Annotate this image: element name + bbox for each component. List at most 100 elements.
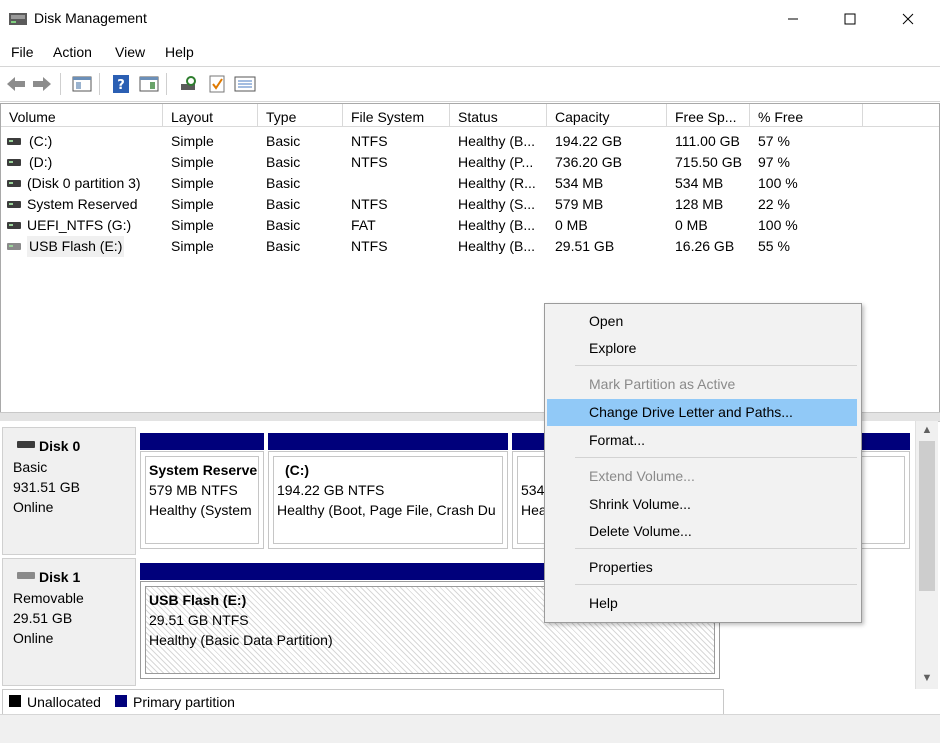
cell-free-space: 0 MB	[675, 217, 708, 233]
cell-status: Healthy (B...	[458, 238, 536, 254]
disk-1-label[interactable]: Disk 1 Removable 29.51 GB Online	[2, 558, 136, 686]
partition-status: Hea	[521, 502, 547, 518]
cell-percent-free: 57 %	[758, 133, 790, 149]
column-header-volume[interactable]: Volume	[1, 104, 163, 126]
menu-item-explore[interactable]: Explore	[547, 335, 857, 362]
menu-item-extend-volume[interactable]: Extend Volume...	[547, 463, 857, 490]
close-button[interactable]	[885, 0, 931, 38]
cell-type: Basic	[266, 196, 301, 212]
table-row[interactable]: (C:) Simple Basic NTFS Healthy (B... 194…	[1, 131, 939, 152]
menu-item-change-drive-letter[interactable]: Change Drive Letter and Paths...	[547, 399, 857, 426]
partition-c-drive[interactable]: (C:) 194.22 GB NTFS Healthy (Boot, Page …	[268, 451, 508, 549]
vertical-scrollbar[interactable]: ▲ ▼	[915, 421, 938, 689]
cell-file-system: NTFS	[351, 238, 388, 254]
cell-status: Healthy (B...	[458, 133, 536, 149]
menu-item-shrink-volume[interactable]: Shrink Volume...	[547, 491, 857, 518]
cell-file-system: NTFS	[351, 154, 388, 170]
menu-item-format[interactable]: Format...	[547, 427, 857, 454]
column-header-layout[interactable]: Layout	[163, 104, 258, 126]
cell-percent-free: 97 %	[758, 154, 790, 170]
cell-layout: Simple	[171, 238, 214, 254]
list-view-button[interactable]	[234, 73, 256, 95]
cell-percent-free: 55 %	[758, 238, 790, 254]
show-hide-console-tree-button[interactable]	[71, 73, 93, 95]
menu-item-mark-partition-active[interactable]: Mark Partition as Active	[547, 371, 857, 398]
title-bar: Disk Management	[0, 0, 940, 38]
properties-check-icon	[209, 75, 225, 93]
partition-status: Healthy (Boot, Page File, Crash Du	[277, 502, 496, 518]
properties-button[interactable]	[206, 73, 228, 95]
cell-capacity: 29.51 GB	[555, 238, 615, 254]
cell-percent-free: 100 %	[758, 217, 798, 233]
cell-free-space: 128 MB	[675, 196, 724, 212]
table-row[interactable]: (D:) Simple Basic NTFS Healthy (P... 736…	[1, 152, 939, 173]
partition-status: Healthy (System	[149, 502, 252, 518]
cell-capacity: 534 MB	[555, 175, 604, 191]
cell-volume: (D:)	[29, 154, 53, 170]
minimize-icon	[788, 18, 798, 20]
cell-free-space: 16.26 GB	[675, 238, 735, 254]
table-row[interactable]: UEFI_NTFS (G:) Simple Basic FAT Healthy …	[1, 215, 939, 236]
help-button[interactable]: ?	[110, 73, 132, 95]
column-header-file-system[interactable]: File System	[343, 104, 450, 126]
menu-separator	[575, 457, 857, 458]
status-bar	[0, 714, 940, 743]
menu-view[interactable]: View	[115, 44, 145, 60]
scroll-up-arrow-icon[interactable]: ▲	[916, 421, 938, 439]
disk-size: 29.51 GB	[13, 610, 73, 626]
column-header-status[interactable]: Status	[450, 104, 547, 126]
disk-0-label[interactable]: Disk 0 Basic 931.51 GB Online	[2, 427, 136, 555]
cell-capacity: 0 MB	[555, 217, 588, 233]
table-row-selected[interactable]: USB Flash (E:) Simple Basic NTFS Healthy…	[1, 236, 939, 257]
show-hide-action-pane-button[interactable]	[138, 73, 160, 95]
volume-drive-icon	[7, 222, 21, 229]
forward-button[interactable]	[31, 73, 53, 95]
table-row[interactable]: (Disk 0 partition 3) Simple Basic Health…	[1, 173, 939, 194]
legend-swatch-unallocated	[9, 695, 21, 707]
menu-file[interactable]: File	[11, 44, 34, 60]
volume-drive-icon	[7, 180, 21, 187]
partition-system-reserved[interactable]: System Reserve 579 MB NTFS Healthy (Syst…	[140, 451, 264, 549]
maximize-icon	[844, 13, 856, 25]
cell-file-system: NTFS	[351, 133, 388, 149]
cell-volume: USB Flash (E:)	[27, 236, 125, 257]
legend-label-primary: Primary partition	[133, 694, 235, 710]
column-header-type[interactable]: Type	[258, 104, 343, 126]
back-button[interactable]	[5, 73, 27, 95]
disk-size: 931.51 GB	[13, 479, 80, 495]
menu-item-properties[interactable]: Properties	[547, 554, 857, 581]
toolbar: ?	[0, 66, 940, 102]
cell-capacity: 579 MB	[555, 196, 604, 212]
disk-name: Disk 1	[39, 569, 81, 585]
column-header-free-space[interactable]: Free Sp...	[667, 104, 750, 126]
cell-type: Basic	[266, 217, 301, 233]
partition-name: USB Flash (E:)	[149, 592, 247, 608]
legend-label-unallocated: Unallocated	[27, 694, 101, 710]
rescan-disks-button[interactable]	[178, 73, 200, 95]
cell-type: Basic	[266, 238, 301, 254]
maximize-button[interactable]	[827, 0, 873, 38]
scroll-down-arrow-icon[interactable]: ▼	[916, 669, 938, 687]
column-header-percent-free[interactable]: % Free	[750, 104, 863, 126]
menu-help[interactable]: Help	[165, 44, 194, 60]
minimize-button[interactable]	[770, 0, 816, 38]
cell-percent-free: 100 %	[758, 175, 798, 191]
help-icon: ?	[113, 75, 129, 93]
cell-free-space: 111.00 GB	[675, 133, 740, 149]
rescan-disks-icon	[181, 76, 196, 90]
cell-layout: Simple	[171, 196, 214, 212]
column-header-capacity[interactable]: Capacity	[547, 104, 667, 126]
legend-swatch-primary	[115, 695, 127, 707]
cell-capacity: 194.22 GB	[555, 133, 622, 149]
menu-item-open[interactable]: Open	[547, 308, 857, 335]
toolbar-separator	[60, 73, 61, 95]
scrollbar-thumb[interactable]	[919, 441, 935, 591]
cell-volume: (Disk 0 partition 3)	[27, 175, 141, 191]
menu-bar: File Action View Help	[0, 40, 940, 66]
cell-layout: Simple	[171, 154, 214, 170]
menu-item-help[interactable]: Help	[547, 590, 857, 617]
menu-action[interactable]: Action	[53, 44, 92, 60]
table-row[interactable]: System Reserved Simple Basic NTFS Health…	[1, 194, 939, 215]
partition-name: System Reserve	[149, 462, 258, 478]
menu-item-delete-volume[interactable]: Delete Volume...	[547, 518, 857, 545]
